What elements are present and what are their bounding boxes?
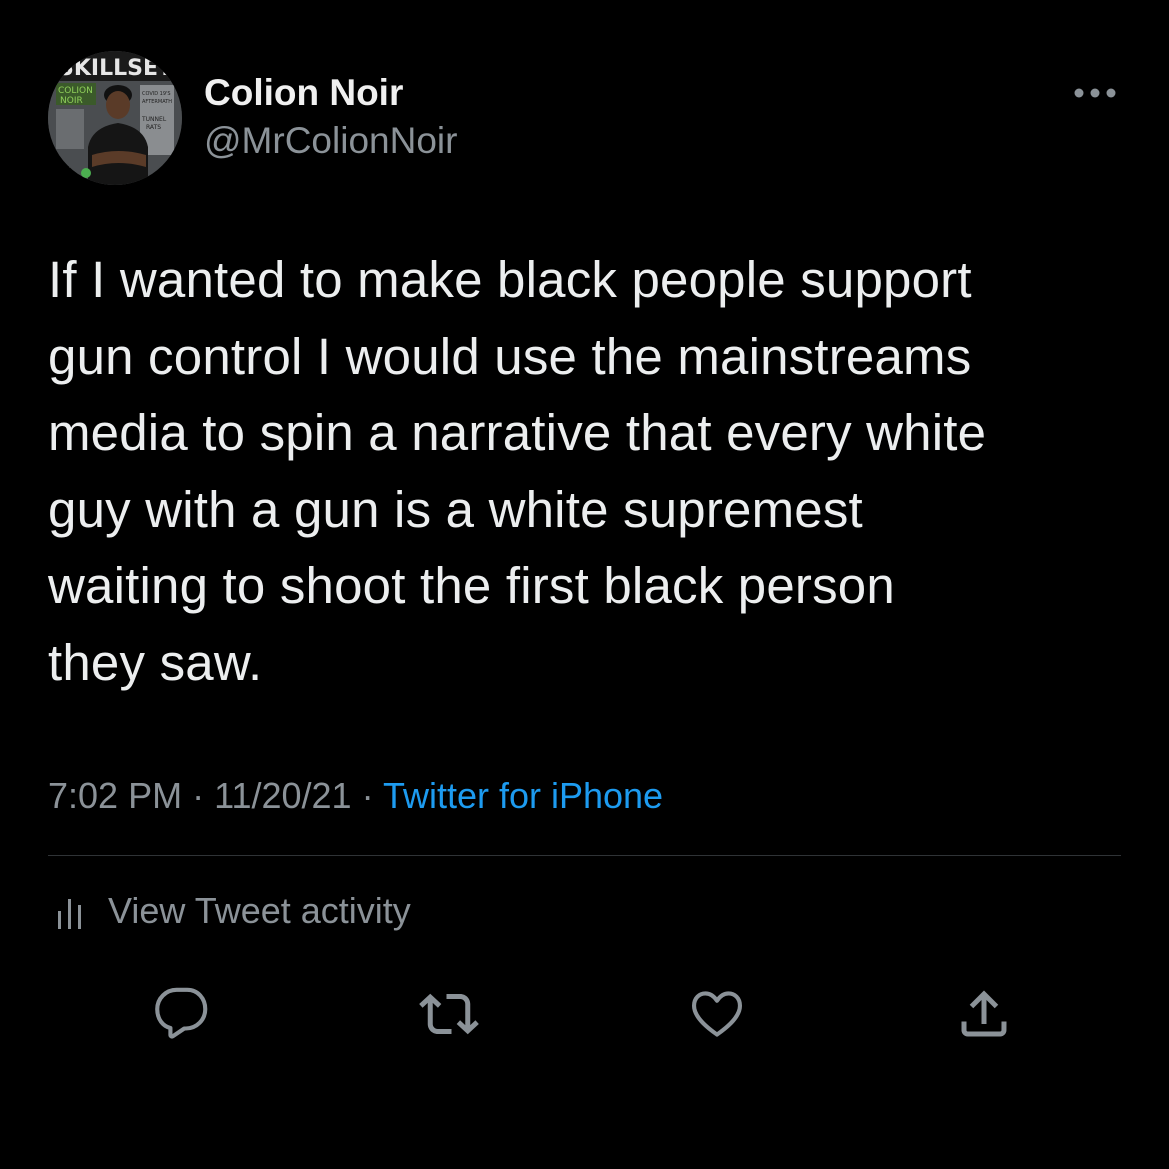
divider bbox=[48, 855, 1121, 856]
like-button[interactable] bbox=[683, 980, 751, 1048]
svg-text:AFTERMATH: AFTERMATH bbox=[142, 99, 172, 105]
user-handle[interactable]: @MrColionNoir bbox=[204, 120, 457, 162]
view-tweet-activity-label: View Tweet activity bbox=[108, 890, 411, 931]
more-dots-icon bbox=[1074, 88, 1116, 98]
retweet-button[interactable] bbox=[415, 980, 483, 1048]
reply-button[interactable] bbox=[148, 980, 216, 1048]
tweet-text-line: waiting to shoot the first black person bbox=[48, 557, 895, 614]
bar-chart-icon bbox=[58, 899, 81, 929]
magazine-cover-avatar-icon: SKILLSET COLION NOIR COVID 19'S AFTERMAT… bbox=[48, 51, 182, 185]
meta-separator: · bbox=[192, 775, 205, 816]
tweet-text-line: gun control I would use the mainstreams bbox=[48, 327, 972, 385]
svg-text:TUNNEL: TUNNEL bbox=[141, 116, 167, 123]
reply-icon bbox=[155, 987, 208, 1039]
tweet-source-link[interactable]: Twitter for iPhone bbox=[383, 775, 663, 816]
svg-text:RATS: RATS bbox=[146, 124, 161, 131]
share-button[interactable] bbox=[950, 980, 1018, 1048]
tweet-text-line: they saw. bbox=[48, 633, 263, 691]
avatar[interactable]: SKILLSET COLION NOIR COVID 19'S AFTERMAT… bbox=[48, 51, 182, 185]
svg-text:COVID 19'S: COVID 19'S bbox=[142, 91, 171, 97]
meta-separator: · bbox=[361, 775, 374, 816]
more-options-button[interactable] bbox=[1068, 78, 1122, 108]
tweet-text-line: If I wanted to make black people support bbox=[48, 251, 972, 308]
view-tweet-activity-button[interactable]: View Tweet activity bbox=[56, 885, 411, 937]
svg-text:COLION: COLION bbox=[58, 86, 93, 96]
tweet-text: If I wanted to make black people support… bbox=[48, 242, 1128, 701]
display-name[interactable]: Colion Noir bbox=[204, 72, 403, 114]
retweet-icon bbox=[419, 993, 479, 1035]
tweet-text-line: guy with a gun is a white supremest bbox=[48, 480, 863, 538]
tweet-container: SKILLSET COLION NOIR COVID 19'S AFTERMAT… bbox=[0, 0, 1169, 1169]
share-icon bbox=[961, 990, 1007, 1037]
heart-icon bbox=[691, 991, 743, 1037]
tweet-time[interactable]: 7:02 PM bbox=[48, 775, 182, 816]
tweet-meta: 7:02 PM · 11/20/21 · Twitter for iPhone bbox=[48, 775, 663, 817]
tweet-date[interactable]: 11/20/21 bbox=[214, 775, 351, 816]
svg-text:NOIR: NOIR bbox=[60, 96, 83, 106]
svg-text:SKILLSET: SKILLSET bbox=[58, 56, 173, 81]
tweet-text-line: media to spin a narrative that every whi… bbox=[48, 404, 987, 461]
